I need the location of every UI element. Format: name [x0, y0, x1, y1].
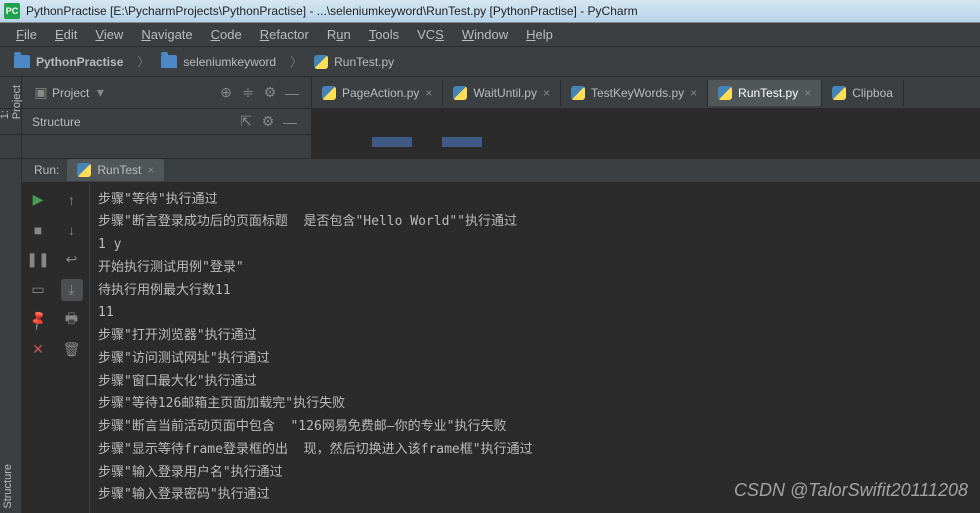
pause-button[interactable]: ❚❚: [27, 249, 49, 271]
python-icon: [322, 86, 336, 100]
breadcrumb-root[interactable]: PythonPractise: [8, 53, 155, 70]
hide-icon[interactable]: —: [281, 113, 299, 131]
folder-icon: [14, 55, 30, 68]
python-icon: [832, 86, 846, 100]
structure-tool-header: Structure ⇱ ⚙ —: [22, 109, 312, 134]
gear-icon[interactable]: ⚙: [261, 84, 279, 102]
dropdown-icon[interactable]: ▾: [91, 84, 109, 102]
pin-button[interactable]: 📌: [23, 304, 54, 335]
run-actions-primary: ▶ ■ ❚❚ ▭ 📌 ✕: [22, 183, 54, 513]
file-tab[interactable]: WaitUntil.py ×: [443, 80, 561, 106]
menu-tools[interactable]: Tools: [361, 24, 407, 45]
title-bar: PC PythonPractise [E:\PycharmProjects\Py…: [0, 0, 980, 23]
python-icon: [571, 86, 585, 100]
tab-label: Clipboa: [852, 86, 893, 100]
python-icon: [314, 55, 328, 69]
breadcrumb-label: RunTest.py: [334, 55, 394, 69]
project-tool-header: ▣ Project ▾ ⊕ ≑ ⚙ —: [22, 77, 312, 108]
collapse-icon[interactable]: ≑: [239, 84, 257, 102]
up-button[interactable]: ↑: [61, 189, 83, 211]
run-label: Run:: [26, 163, 67, 177]
menu-window[interactable]: Window: [454, 24, 516, 45]
file-tab[interactable]: Clipboa: [822, 80, 904, 106]
breadcrumb-folder[interactable]: seleniumkeyword: [155, 53, 308, 70]
left-gutter: 1: Project: [0, 77, 22, 108]
gear-icon[interactable]: ⚙: [259, 113, 277, 131]
rerun-button[interactable]: ▶: [27, 189, 49, 211]
menu-navigate[interactable]: Navigate: [133, 24, 200, 45]
breadcrumb-label: seleniumkeyword: [183, 55, 276, 69]
trash-button[interactable]: 🗑: [61, 339, 83, 361]
side-tab-structure[interactable]: Structure: [0, 460, 16, 513]
collapse-icon[interactable]: ⇱: [237, 113, 255, 131]
close-button[interactable]: ✕: [27, 339, 49, 361]
run-actions-secondary: ↑ ↓ ↩ ⤓ 🖶 🗑: [54, 183, 90, 513]
menu-run[interactable]: Run: [319, 24, 359, 45]
python-icon: [453, 86, 467, 100]
close-icon[interactable]: ×: [543, 86, 550, 100]
wrap-button[interactable]: ↩: [61, 249, 83, 271]
window-title: PythonPractise [E:\PycharmProjects\Pytho…: [26, 4, 638, 18]
down-button[interactable]: ↓: [61, 219, 83, 241]
tab-label: RunTest.py: [738, 86, 798, 100]
python-icon: [718, 86, 732, 100]
structure-toolbar: [22, 135, 312, 158]
menu-help[interactable]: Help: [518, 24, 561, 45]
run-tool-header: Run: RunTest ×: [22, 159, 980, 183]
tab-label: TestKeyWords.py: [591, 86, 684, 100]
layout-button[interactable]: ▭: [27, 279, 49, 301]
menu-edit[interactable]: Edit: [47, 24, 85, 45]
python-icon: [77, 163, 91, 177]
hide-icon[interactable]: —: [283, 84, 301, 102]
close-icon[interactable]: ×: [147, 163, 154, 177]
menu-file[interactable]: File: [8, 24, 45, 45]
console-output[interactable]: 步骤"等待"执行通过 步骤"断言登录成功后的页面标题 是否包含"Hello Wo…: [90, 183, 980, 513]
print-button[interactable]: 🖶: [61, 309, 83, 331]
editor-minimap: [312, 135, 980, 158]
menu-code[interactable]: Code: [203, 24, 250, 45]
breadcrumb-file[interactable]: RunTest.py: [308, 55, 414, 69]
menu-bar: File Edit View Navigate Code Refactor Ru…: [0, 23, 980, 47]
folder-icon: [161, 55, 177, 68]
locate-icon[interactable]: ⊕: [217, 84, 235, 102]
file-tab[interactable]: PageAction.py ×: [312, 80, 443, 106]
run-tab-label: RunTest: [97, 163, 141, 177]
close-icon[interactable]: ×: [425, 86, 432, 100]
scroll-to-end-button[interactable]: ⤓: [61, 279, 83, 301]
project-view-icon[interactable]: ▣: [32, 84, 50, 102]
file-tab[interactable]: TestKeyWords.py ×: [561, 80, 708, 106]
breadcrumb-label: PythonPractise: [36, 55, 123, 69]
stop-button[interactable]: ■: [27, 219, 49, 241]
tab-label: WaitUntil.py: [473, 86, 537, 100]
menu-vcs[interactable]: VCS: [409, 24, 452, 45]
side-tab-project[interactable]: 1: Project: [0, 81, 23, 123]
menu-refactor[interactable]: Refactor: [252, 24, 317, 45]
app-icon: PC: [4, 3, 20, 19]
run-config-tab[interactable]: RunTest ×: [67, 159, 164, 181]
file-tab-active[interactable]: RunTest.py ×: [708, 80, 822, 106]
tab-label: PageAction.py: [342, 86, 419, 100]
editor-tabs: PageAction.py × WaitUntil.py × TestKeyWord…: [312, 77, 980, 108]
menu-view[interactable]: View: [87, 24, 131, 45]
structure-label: Structure: [32, 115, 81, 129]
breadcrumb: PythonPractise seleniumkeyword RunTest.p…: [0, 47, 980, 77]
close-icon[interactable]: ×: [690, 86, 697, 100]
close-icon[interactable]: ×: [804, 86, 811, 100]
project-label: Project: [52, 86, 89, 100]
